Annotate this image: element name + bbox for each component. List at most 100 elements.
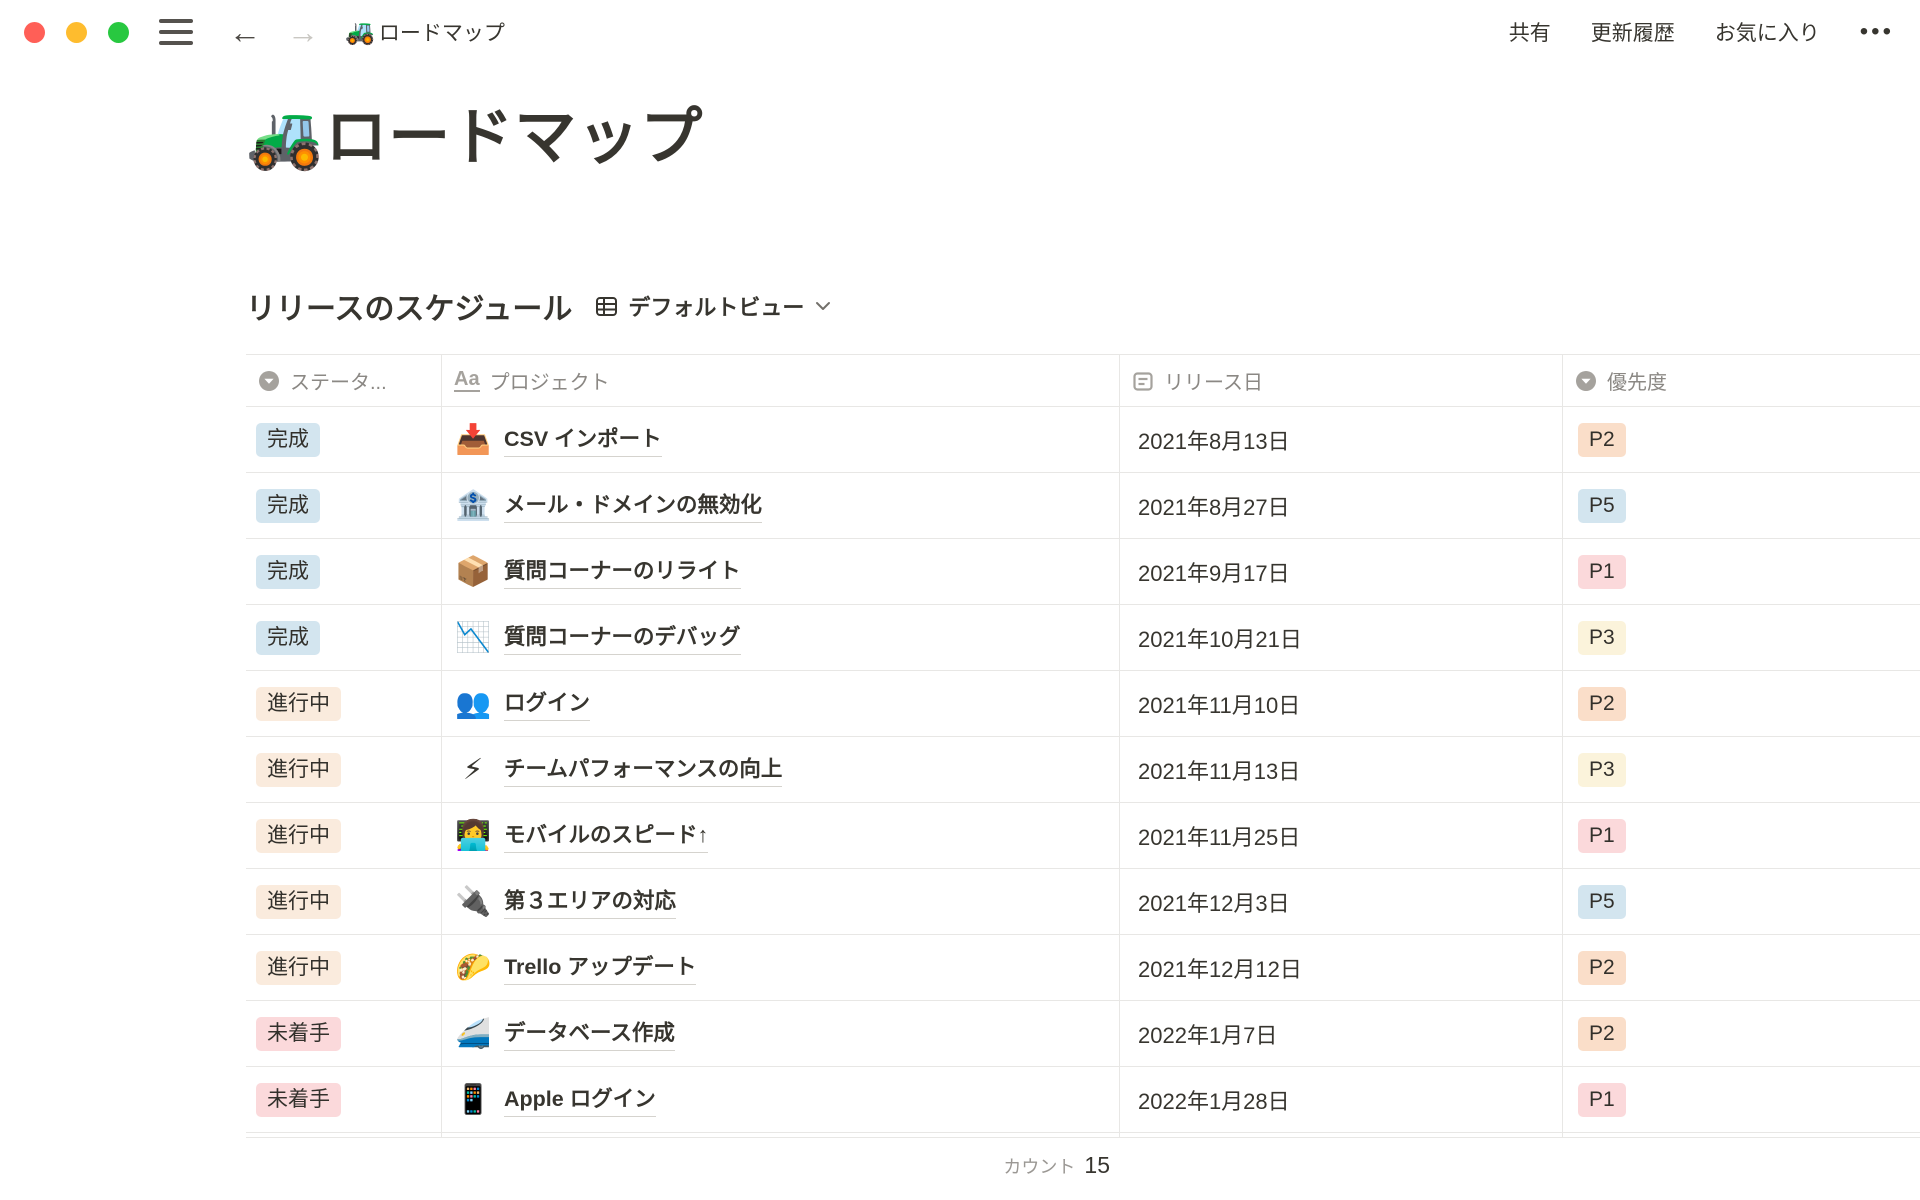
- release-date-cell[interactable]: 2021年10月21日: [1120, 605, 1563, 670]
- project-cell[interactable]: 📉 質問コーナーのデバッグ: [442, 605, 1120, 670]
- priority-badge[interactable]: P5: [1578, 885, 1626, 919]
- priority-badge[interactable]: P1: [1578, 555, 1626, 589]
- status-badge[interactable]: 完成: [256, 555, 320, 589]
- release-date-cell[interactable]: 2021年9月17日: [1120, 539, 1563, 604]
- status-cell[interactable]: 進行中: [246, 803, 442, 868]
- release-date-cell[interactable]: 2021年8月13日: [1120, 407, 1563, 472]
- share-button[interactable]: 共有: [1509, 17, 1551, 47]
- project-page-link[interactable]: Apple ログイン: [504, 1082, 656, 1117]
- priority-cell[interactable]: P2: [1563, 671, 1920, 736]
- more-menu-icon[interactable]: •••: [1860, 18, 1894, 46]
- priority-badge[interactable]: P1: [1578, 819, 1626, 853]
- status-cell[interactable]: 完成: [246, 605, 442, 670]
- status-badge[interactable]: 未着手: [256, 1083, 341, 1117]
- release-date-value: 2021年8月13日: [1138, 424, 1290, 456]
- priority-cell[interactable]: P1: [1563, 803, 1920, 868]
- project-page-link[interactable]: Trello アップデート: [504, 950, 696, 985]
- status-cell[interactable]: 進行中: [246, 671, 442, 736]
- status-badge[interactable]: 進行中: [256, 951, 341, 985]
- priority-badge[interactable]: P2: [1578, 687, 1626, 721]
- status-badge[interactable]: 完成: [256, 489, 320, 523]
- priority-cell[interactable]: P1: [1563, 539, 1920, 604]
- status-cell[interactable]: 未着手: [246, 1067, 442, 1132]
- status-cell[interactable]: 進行中: [246, 869, 442, 934]
- view-switcher[interactable]: デフォルトビュー: [594, 290, 831, 322]
- priority-cell[interactable]: P3: [1563, 605, 1920, 670]
- breadcrumb[interactable]: 🚜 ロードマップ: [345, 17, 505, 47]
- priority-badge[interactable]: P3: [1578, 753, 1626, 787]
- status-badge[interactable]: 完成: [256, 621, 320, 655]
- priority-badge[interactable]: P1: [1578, 1083, 1626, 1117]
- project-page-link[interactable]: チームパフォーマンスの向上: [504, 752, 782, 787]
- sidebar-toggle-icon[interactable]: [159, 19, 193, 45]
- back-arrow-icon[interactable]: ←: [229, 16, 261, 48]
- priority-badge[interactable]: P2: [1578, 1017, 1626, 1051]
- project-cell[interactable]: 🏦 メール・ドメインの無効化: [442, 473, 1120, 538]
- column-header-status[interactable]: ステータ...: [246, 355, 442, 406]
- release-date-cell[interactable]: 2022年1月7日: [1120, 1001, 1563, 1066]
- project-cell[interactable]: 📥 CSV インポート: [442, 407, 1120, 472]
- project-page-link[interactable]: 質問コーナーのデバッグ: [504, 620, 741, 655]
- project-cell[interactable]: 🌮 Trello アップデート: [442, 935, 1120, 1000]
- zoom-window-button[interactable]: [108, 22, 129, 43]
- release-date-cell[interactable]: 2021年11月13日: [1120, 737, 1563, 802]
- status-badge[interactable]: 完成: [256, 423, 320, 457]
- priority-cell[interactable]: P2: [1563, 1001, 1920, 1066]
- status-cell[interactable]: 完成: [246, 539, 442, 604]
- release-date-cell[interactable]: 2021年12月3日: [1120, 869, 1563, 934]
- release-date-cell[interactable]: 2022年1月28日: [1120, 1067, 1563, 1132]
- count-label: カウント: [1003, 1153, 1075, 1179]
- project-page-link[interactable]: メール・ドメインの無効化: [504, 488, 762, 523]
- project-page-link[interactable]: モバイルのスピード↑: [504, 818, 708, 853]
- priority-cell[interactable]: P3: [1563, 737, 1920, 802]
- project-cell[interactable]: 📦 質問コーナーのリライト: [442, 539, 1120, 604]
- status-cell[interactable]: 進行中: [246, 737, 442, 802]
- priority-cell[interactable]: P5: [1563, 869, 1920, 934]
- project-cell[interactable]: ⚡ チームパフォーマンスの向上: [442, 737, 1120, 802]
- page-emoji-icon[interactable]: 🚜: [246, 107, 323, 169]
- priority-badge[interactable]: P2: [1578, 951, 1626, 985]
- project-page-link[interactable]: データベース作成: [504, 1016, 675, 1051]
- priority-badge[interactable]: P5: [1578, 489, 1626, 523]
- project-cell[interactable]: 👩‍💻 モバイルのスピード↑: [442, 803, 1120, 868]
- column-header-priority[interactable]: 優先度: [1563, 355, 1920, 406]
- minimize-window-button[interactable]: [66, 22, 87, 43]
- status-badge[interactable]: 進行中: [256, 687, 341, 721]
- project-cell[interactable]: 👥 ログイン: [442, 671, 1120, 736]
- project-cell[interactable]: 📱 Apple ログイン: [442, 1067, 1120, 1132]
- status-cell[interactable]: 完成: [246, 473, 442, 538]
- close-window-button[interactable]: [24, 22, 45, 43]
- column-header-release-date[interactable]: リリース日: [1120, 355, 1563, 406]
- page-title[interactable]: ロードマップ: [325, 104, 703, 172]
- status-badge[interactable]: 進行中: [256, 753, 341, 787]
- priority-cell[interactable]: P5: [1563, 473, 1920, 538]
- status-badge[interactable]: 進行中: [256, 885, 341, 919]
- collection-title[interactable]: リリースのスケジュール: [246, 284, 572, 328]
- priority-cell[interactable]: P2: [1563, 407, 1920, 472]
- project-page-link[interactable]: CSV インポート: [504, 422, 662, 457]
- status-badge[interactable]: 進行中: [256, 819, 341, 853]
- priority-cell[interactable]: P2: [1563, 935, 1920, 1000]
- project-cell[interactable]: 🚄 データベース作成: [442, 1001, 1120, 1066]
- release-date-cell[interactable]: 2021年8月27日: [1120, 473, 1563, 538]
- status-badge[interactable]: 未着手: [256, 1017, 341, 1051]
- priority-badge[interactable]: P3: [1578, 621, 1626, 655]
- status-cell[interactable]: 進行中: [246, 935, 442, 1000]
- column-header-project[interactable]: Aa プロジェクト: [442, 355, 1120, 406]
- release-date-cell[interactable]: 2021年11月10日: [1120, 671, 1563, 736]
- project-cell[interactable]: 🔌 第３エリアの対応: [442, 869, 1120, 934]
- table-row: 完成 📥 CSV インポート 2021年8月13日 P2: [246, 407, 1920, 473]
- project-page-link[interactable]: 質問コーナーのリライト: [504, 554, 741, 589]
- project-page-link[interactable]: 第３エリアの対応: [504, 884, 676, 919]
- favorite-button[interactable]: お気に入り: [1715, 17, 1820, 47]
- release-date-cell[interactable]: 2021年12月12日: [1120, 935, 1563, 1000]
- status-cell[interactable]: 完成: [246, 407, 442, 472]
- status-cell[interactable]: 未着手: [246, 1001, 442, 1066]
- table-row: 完成 📉 質問コーナーのデバッグ 2021年10月21日 P3: [246, 605, 1920, 671]
- priority-cell[interactable]: P1: [1563, 1067, 1920, 1132]
- updates-button[interactable]: 更新履歴: [1591, 17, 1675, 47]
- release-date-cell[interactable]: 2021年11月25日: [1120, 803, 1563, 868]
- column-calculation[interactable]: カウント 15: [246, 1152, 1120, 1179]
- priority-badge[interactable]: P2: [1578, 423, 1626, 457]
- project-page-link[interactable]: ログイン: [504, 686, 590, 721]
